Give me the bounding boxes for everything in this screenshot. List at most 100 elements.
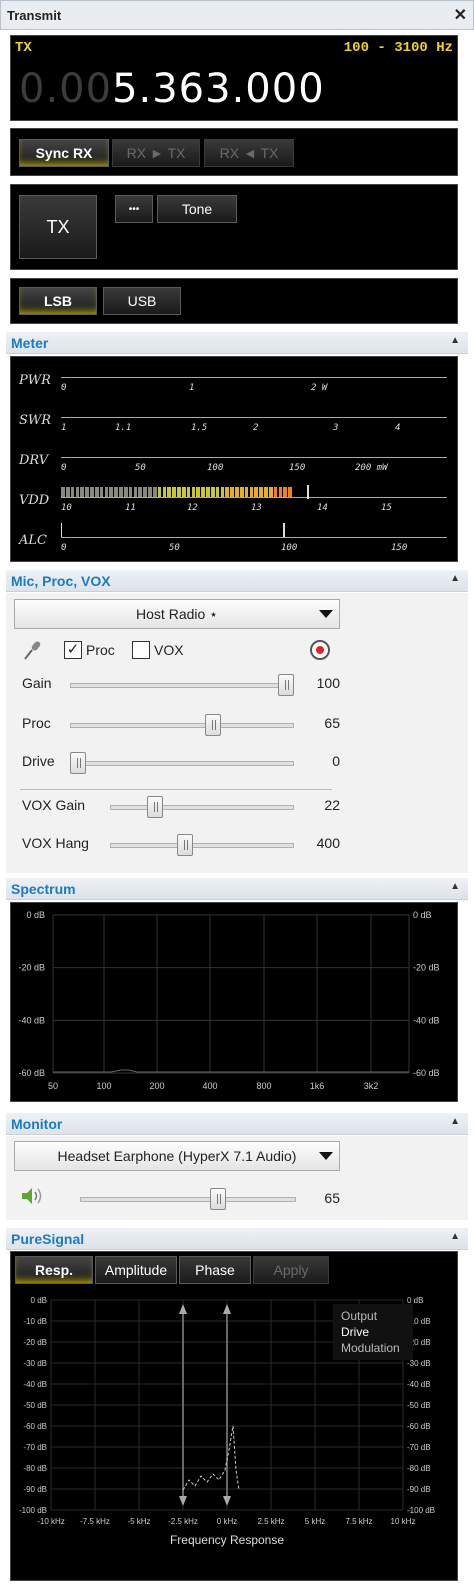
vdd-bar-segment — [75, 487, 80, 497]
speaker-icon[interactable] — [20, 1186, 44, 1206]
collapse-icon[interactable]: ▲ — [450, 1231, 460, 1242]
meter-tick-label: 15 — [381, 503, 392, 513]
vox-hang-slider-thumb[interactable] — [177, 834, 194, 856]
tab-resp[interactable]: Resp. — [15, 1256, 93, 1284]
vdd-bar-segment — [206, 487, 210, 497]
ps-y-label-left: -100 dB — [19, 1506, 47, 1515]
mic-section-title: Mic, Proc, VOX — [11, 573, 111, 589]
proc-checkbox[interactable]: ✓ — [64, 641, 82, 659]
vdd-bar-segment — [254, 487, 259, 497]
collapse-icon[interactable]: ▲ — [450, 1116, 460, 1127]
meter-label-vdd: VDD — [19, 493, 50, 508]
sync-rx-button[interactable]: Sync RX — [19, 139, 109, 167]
proc-slider-thumb[interactable] — [205, 714, 222, 736]
monitor-section-header[interactable]: Monitor ▲ — [6, 1113, 468, 1135]
vdd-bar-segment — [109, 487, 114, 497]
ps-y-label-right: 0 dB — [407, 1296, 423, 1305]
vox-gain-slider-thumb[interactable] — [146, 796, 163, 818]
ps-legend-item: Modulation — [341, 1341, 400, 1355]
ps-x-axis-title: Frequency Response — [170, 1533, 284, 1547]
meter-tick-label: 0 — [61, 543, 67, 553]
vdd-bar-segment — [249, 487, 254, 497]
vdd-bar-segment — [65, 487, 70, 497]
meter-scale-line — [61, 537, 447, 538]
ps-x-label: -10 kHz — [37, 1517, 65, 1526]
vdd-bar-segment — [220, 487, 225, 497]
tx-button[interactable]: TX — [19, 195, 97, 259]
spectrum-y-label-right: 0 dB — [413, 910, 432, 920]
volume-slider-thumb[interactable] — [210, 1188, 226, 1210]
monitor-panel: Headset Earphone (HyperX 7.1 Audio) 65 — [6, 1136, 468, 1220]
monitor-device-select[interactable]: Headset Earphone (HyperX 7.1 Audio) — [14, 1141, 340, 1171]
usb-button[interactable]: USB — [103, 287, 181, 315]
gain-slider-track[interactable] — [70, 683, 294, 688]
collapse-icon[interactable]: ▲ — [450, 881, 460, 892]
tone-button[interactable]: Tone — [157, 195, 237, 223]
drive-slider-track[interactable] — [70, 761, 294, 766]
ps-y-label-left: -30 dB — [23, 1359, 47, 1368]
vox-checkbox[interactable] — [132, 641, 150, 659]
microphone-icon[interactable] — [22, 639, 44, 661]
proc-slider-track[interactable] — [70, 723, 294, 728]
ps-y-label-right: -80 dB — [407, 1464, 431, 1473]
alc-zero-marker — [61, 523, 62, 537]
tx-panel: TX ••• Tone — [10, 184, 458, 270]
mic-source-select[interactable]: Host Radio ⋆ — [14, 599, 340, 629]
vox-gain-slider-track[interactable] — [110, 805, 294, 810]
vox-hang-slider-track[interactable] — [110, 843, 294, 848]
vdd-bar-segment — [172, 487, 176, 497]
vdd-bar-segment — [123, 487, 128, 497]
vdd-bar-segment — [133, 487, 138, 497]
tab-amplitude[interactable]: Amplitude — [95, 1256, 177, 1284]
meter-tick-label: 50 — [135, 463, 146, 473]
frequency-value: 5.363.000 — [112, 66, 325, 112]
tab-phase[interactable]: Phase — [179, 1256, 251, 1284]
vfo-display: TX 100 - 3100 Hz 0.005.363.000 — [10, 35, 458, 121]
frequency-readout[interactable]: 0.005.363.000 — [19, 66, 325, 112]
more-options-button[interactable]: ••• — [115, 195, 153, 223]
rx-from-tx-button[interactable]: RX ◄ TX — [204, 139, 294, 167]
gain-slider-thumb[interactable] — [278, 674, 294, 696]
apply-button[interactable]: Apply — [253, 1256, 329, 1284]
vdd-bar-segment — [104, 487, 109, 497]
vdd-bar-segment — [119, 487, 123, 497]
vdd-bar-segment — [244, 487, 249, 497]
spectrum-panel: 0 dB 0 dB -20 dB -20 dB -40 dB -40 dB -60 dB -6… — [10, 902, 458, 1102]
vdd-bar-segment — [157, 487, 162, 497]
spectrum-graph[interactable]: 0 dB 0 dB -20 dB -20 dB -40 dB -40 dB -60 dB -6… — [11, 903, 457, 1101]
volume-slider-track[interactable] — [80, 1197, 296, 1202]
spectrum-y-label-left: -40 dB — [18, 1015, 45, 1025]
record-button[interactable] — [310, 640, 330, 660]
meter-tick-label: 0 — [61, 383, 67, 393]
proc-label: Proc — [22, 715, 51, 731]
filter-width: 100 - 3100 Hz — [343, 40, 453, 56]
ps-y-label-left: 0 dB — [31, 1296, 47, 1305]
close-icon[interactable]: ✕ — [454, 5, 467, 25]
meter-section-title: Meter — [11, 335, 49, 351]
collapse-icon[interactable]: ▲ — [450, 335, 460, 346]
spectrum-section-header[interactable]: Spectrum ▲ — [6, 878, 468, 900]
lsb-button[interactable]: LSB — [19, 287, 97, 315]
puresignal-section-header[interactable]: PureSignal ▲ — [6, 1228, 468, 1250]
drive-slider-thumb[interactable] — [70, 752, 86, 774]
ps-x-label: -2.5 kHz — [168, 1517, 198, 1526]
meter-scale-line — [61, 457, 447, 458]
frequency-response-graph[interactable]: 0 dB 0 dB-10 dB -10 dB-20 dB -20 dB-30 dB -3… — [11, 1288, 457, 1580]
meter-tick-label: 150 — [391, 543, 408, 553]
spectrum-x-label: 400 — [202, 1081, 217, 1091]
ps-y-label-right: -60 dB — [407, 1422, 431, 1431]
collapse-icon[interactable]: ▲ — [450, 573, 460, 584]
vdd-peak-marker — [307, 485, 309, 499]
drive-label: Drive — [22, 753, 55, 769]
meter-scale-line — [61, 377, 447, 378]
vdd-bar-segment — [181, 487, 186, 497]
vdd-bar-segment — [235, 487, 239, 497]
monitor-device-value: Headset Earphone (HyperX 7.1 Audio) — [57, 1148, 297, 1164]
mic-section-header[interactable]: Mic, Proc, VOX ▲ — [6, 570, 468, 592]
meter-section-header[interactable]: Meter ▲ — [6, 332, 468, 354]
ps-x-label: 7.5 kHz — [345, 1517, 372, 1526]
vdd-bar-segment — [85, 487, 89, 497]
ps-x-label: 0 kHz — [217, 1517, 237, 1526]
rx-to-tx-button[interactable]: RX ► TX — [112, 139, 200, 167]
meter-panel: PWR 0 1 2 W SWR 1 1.1 1.5 2 3 4 DRV 0 50 100 150 200 mW V… — [10, 356, 458, 562]
